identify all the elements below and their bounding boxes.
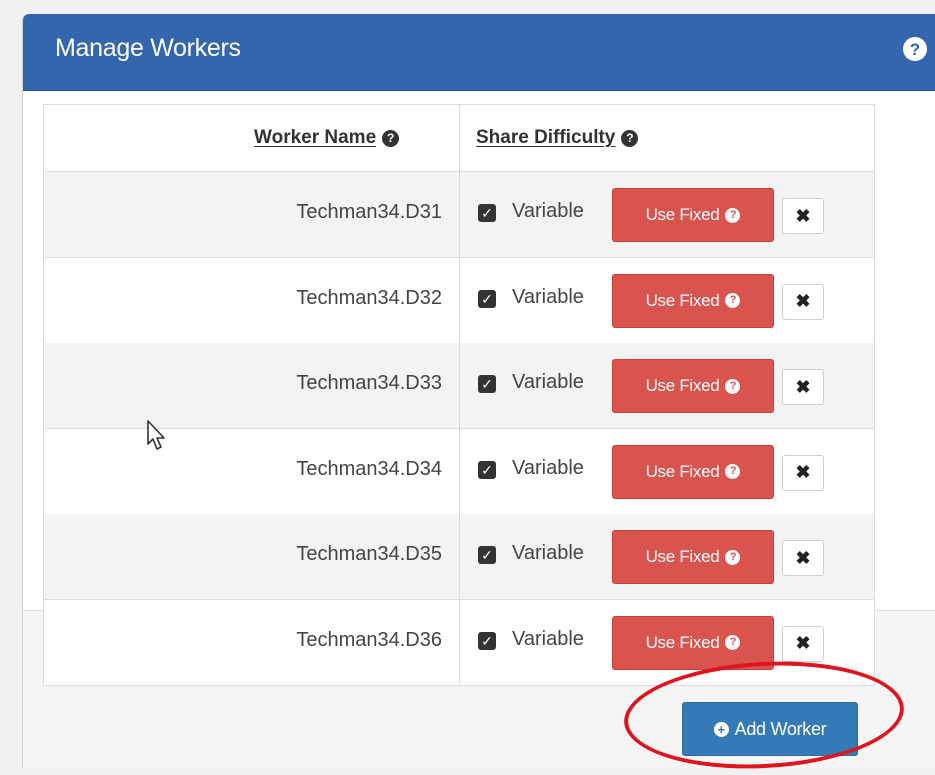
remove-worker-button[interactable]: ✖ xyxy=(782,454,824,491)
share-difficulty-header-label[interactable]: Share Difficulty xyxy=(476,127,615,149)
workers-table: Worker Name ? Share Difficulty ? Techman… xyxy=(43,104,875,768)
variable-checkbox[interactable]: ✓ xyxy=(478,289,496,308)
column-divider xyxy=(459,428,460,514)
panel-title: Manage Workers xyxy=(55,34,241,62)
variable-checkbox[interactable]: ✓ xyxy=(478,375,496,393)
variable-label[interactable]: Variable xyxy=(512,200,584,223)
worker-name: Techman34.D36 xyxy=(296,628,442,651)
table-row: Techman34.D35 ✓ Variable Use Fixed? ✖ xyxy=(43,514,875,600)
use-fixed-button[interactable]: Use Fixed? xyxy=(612,444,774,499)
use-fixed-label: Use Fixed xyxy=(645,290,720,310)
table-row: Techman34.D31 ✓ Variable Use Fixed? ✖ xyxy=(43,172,875,258)
worker-name: Techman34.D31 xyxy=(296,201,442,223)
close-icon: ✖ xyxy=(795,376,811,397)
add-worker-label: Add Worker xyxy=(734,718,827,739)
question-circle-icon[interactable]: ? xyxy=(382,129,400,147)
use-fixed-button[interactable]: Use Fixed? xyxy=(612,359,774,413)
panel-header: Manage Workers ? xyxy=(23,14,935,91)
close-icon: ✖ xyxy=(795,633,811,653)
column-divider xyxy=(459,172,460,257)
variable-label[interactable]: Variable xyxy=(512,286,584,309)
remove-worker-button[interactable]: ✖ xyxy=(782,283,824,320)
question-circle-icon: ? xyxy=(725,464,741,479)
table-row: Techman34.D32 ✓ Variable Use Fixed? ✖ xyxy=(43,257,875,344)
worker-name: Techman34.D33 xyxy=(296,372,442,394)
remove-worker-button[interactable]: ✖ xyxy=(782,198,824,234)
close-icon: ✖ xyxy=(795,462,811,482)
variable-checkbox[interactable]: ✓ xyxy=(478,204,496,222)
use-fixed-label: Use Fixed xyxy=(645,632,720,652)
column-divider xyxy=(459,514,460,599)
use-fixed-label: Use Fixed xyxy=(645,547,720,566)
column-divider xyxy=(459,257,460,343)
variable-checkbox[interactable]: ✓ xyxy=(478,631,496,650)
question-circle-icon: ? xyxy=(725,378,741,394)
close-icon: ✖ xyxy=(795,547,811,568)
manage-workers-panel: Manage Workers ? Worker Name ? Share Dif… xyxy=(22,14,935,768)
variable-checkbox[interactable]: ✓ xyxy=(478,546,496,564)
use-fixed-button[interactable]: Use Fixed? xyxy=(612,188,774,242)
table-row: Techman34.D34 ✓ Variable Use Fixed? ✖ xyxy=(43,428,875,515)
use-fixed-label: Use Fixed xyxy=(645,376,720,395)
question-circle-icon: ? xyxy=(725,549,741,565)
close-icon: ✖ xyxy=(795,205,811,226)
share-difficulty-header[interactable]: Share Difficulty ? xyxy=(476,127,639,149)
add-worker-button[interactable]: + Add Worker xyxy=(682,702,858,756)
worker-name-header-label[interactable]: Worker Name xyxy=(254,127,376,149)
remove-worker-button[interactable]: ✖ xyxy=(782,540,824,576)
use-fixed-button[interactable]: Use Fixed? xyxy=(612,530,774,584)
variable-label[interactable]: Variable xyxy=(512,628,584,651)
column-divider xyxy=(459,105,460,171)
use-fixed-button[interactable]: Use Fixed? xyxy=(612,615,774,670)
column-divider xyxy=(459,343,460,428)
question-circle-icon: ? xyxy=(725,635,741,650)
variable-checkbox[interactable]: ✓ xyxy=(478,460,496,479)
use-fixed-button[interactable]: Use Fixed? xyxy=(612,273,774,328)
question-circle-icon: ? xyxy=(725,293,741,308)
column-divider xyxy=(459,599,460,685)
variable-label[interactable]: Variable xyxy=(512,457,584,480)
question-circle-icon[interactable]: ? xyxy=(621,129,639,147)
mouse-cursor-icon xyxy=(147,420,165,450)
use-fixed-label: Use Fixed xyxy=(645,205,720,224)
worker-name: Techman34.D34 xyxy=(296,457,442,480)
remove-worker-button[interactable]: ✖ xyxy=(782,625,824,662)
close-icon: ✖ xyxy=(795,291,811,311)
variable-label[interactable]: Variable xyxy=(512,371,584,394)
worker-name: Techman34.D35 xyxy=(296,543,442,565)
worker-name: Techman34.D32 xyxy=(296,286,442,309)
table-header-row: Worker Name ? Share Difficulty ? xyxy=(43,104,875,172)
question-circle-icon: ? xyxy=(725,207,741,223)
remove-worker-button[interactable]: ✖ xyxy=(782,369,824,405)
worker-name-header[interactable]: Worker Name ? xyxy=(254,127,400,149)
use-fixed-label: Use Fixed xyxy=(645,461,720,481)
table-row: Techman34.D36 ✓ Variable Use Fixed? ✖ xyxy=(43,599,875,686)
table-row: Techman34.D33 ✓ Variable Use Fixed? ✖ xyxy=(43,343,875,429)
plus-circle-icon: + xyxy=(713,721,729,737)
question-circle-icon[interactable]: ? xyxy=(903,37,927,61)
variable-label[interactable]: Variable xyxy=(512,542,584,565)
